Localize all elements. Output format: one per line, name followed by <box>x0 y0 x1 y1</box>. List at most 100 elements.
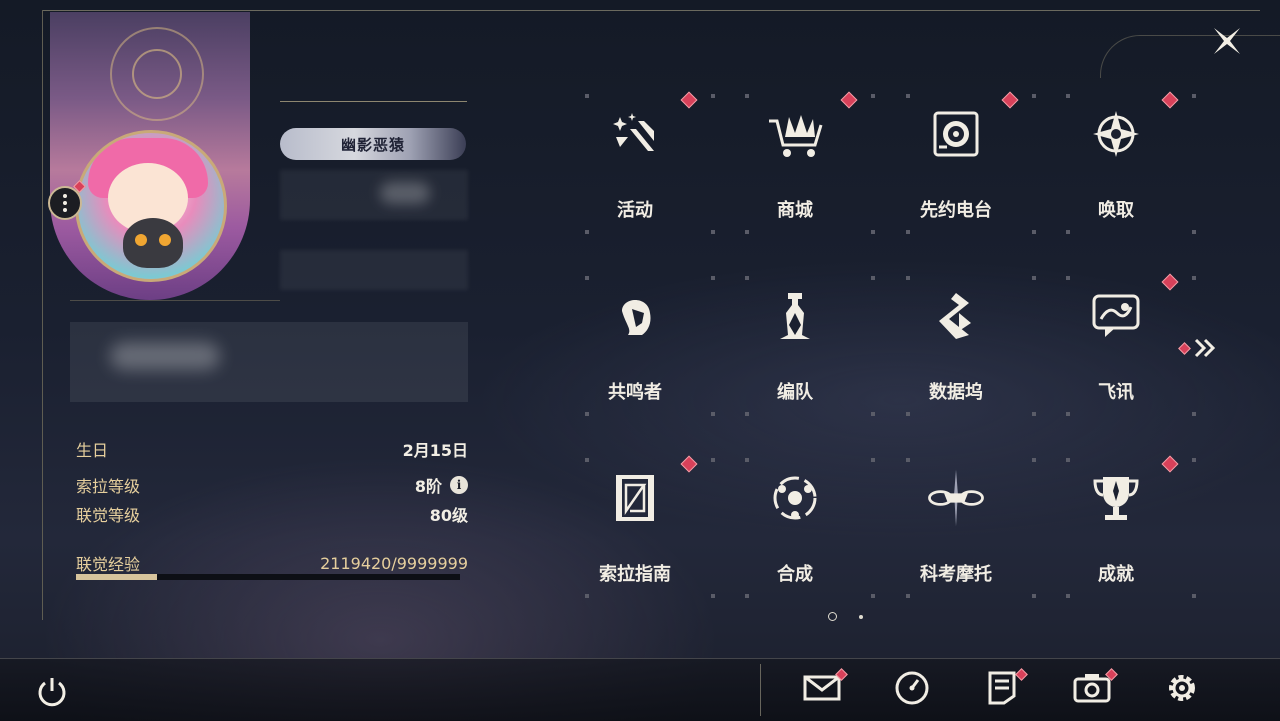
power-icon <box>38 678 66 707</box>
frame-top-line <box>42 10 1260 11</box>
blurred-info <box>280 250 468 290</box>
tile-corner <box>585 230 589 234</box>
tile-corner <box>1066 94 1070 98</box>
menu-item-3[interactable]: 唤取 <box>1036 86 1196 244</box>
blurred-signature[interactable] <box>70 322 468 402</box>
tile-corner <box>906 412 910 416</box>
camera-button[interactable] <box>1068 666 1118 714</box>
frame-left-line <box>42 10 43 620</box>
menu-item-9[interactable]: 合成 <box>715 450 875 608</box>
tile-corner <box>871 412 875 416</box>
nickname: 幽影恶猿 <box>340 135 405 154</box>
page-dot[interactable] <box>859 614 863 619</box>
menu-item-label: 共鸣者 <box>608 382 662 403</box>
tile-corner <box>585 276 589 280</box>
convene-icon <box>1084 102 1148 166</box>
tile-corner <box>585 94 589 98</box>
clock-button[interactable] <box>888 666 936 714</box>
tile-corner <box>745 594 749 598</box>
tile-corner <box>871 594 875 598</box>
notification-badge <box>840 91 858 109</box>
power-button[interactable] <box>28 668 76 716</box>
info-icon[interactable]: i <box>450 476 468 494</box>
tile-corner <box>745 412 749 416</box>
tile-corner <box>906 594 910 598</box>
menu-item-label: 飞讯 <box>1098 382 1134 403</box>
profile-divider <box>70 300 280 301</box>
page-indicator <box>828 612 863 621</box>
tile-corner <box>906 230 910 234</box>
tile-corner <box>585 594 589 598</box>
menu-item-8[interactable]: 索拉指南 <box>555 450 715 608</box>
guidebook-icon <box>603 466 667 530</box>
tile-corner <box>1192 276 1196 280</box>
mail-button[interactable] <box>798 666 848 714</box>
synthesis-icon <box>763 466 827 530</box>
menu-item-label: 合成 <box>777 564 813 585</box>
notes-icon <box>986 670 1018 710</box>
menu-item-label: 先约电台 <box>920 200 992 221</box>
sol-rank-value: 8阶 <box>414 477 442 496</box>
tile-corner <box>745 94 749 98</box>
tile-corner <box>745 276 749 280</box>
tile-corner <box>585 458 589 462</box>
tile-corner <box>1066 276 1070 280</box>
double-chevron-right-icon <box>1194 338 1216 358</box>
notification-badge <box>1161 91 1179 109</box>
stat-union-exp: 联觉经验 2119420/9999999 <box>76 553 468 575</box>
shop-icon <box>763 102 827 166</box>
avatar[interactable] <box>75 130 227 282</box>
nickname-badge: 幽影恶猿 <box>280 128 466 160</box>
menu-item-4[interactable]: 共鸣者 <box>555 268 715 426</box>
menu-item-6[interactable]: 数据坞 <box>876 268 1036 426</box>
menu-item-label: 成就 <box>1098 564 1134 585</box>
tile-corner <box>1192 458 1196 462</box>
exp-progress-bar <box>76 574 460 580</box>
more-options-button[interactable] <box>48 186 82 220</box>
menu-item-11[interactable]: 成就 <box>1036 450 1196 608</box>
menu-item-5[interactable]: 编队 <box>715 268 875 426</box>
radio-icon <box>924 102 988 166</box>
menu-item-label: 活动 <box>617 200 653 221</box>
tile-corner <box>906 458 910 462</box>
mail-icon <box>802 672 842 708</box>
tile-corner <box>871 230 875 234</box>
page-dot-active[interactable] <box>828 612 837 621</box>
bottom-divider <box>760 664 761 716</box>
notification-badge <box>1161 273 1179 291</box>
achievement-icon <box>1084 466 1148 530</box>
tile-corner <box>871 458 875 462</box>
tile-corner <box>1192 594 1196 598</box>
tile-corner <box>1192 412 1196 416</box>
databank-icon <box>924 284 988 348</box>
notes-button[interactable] <box>978 666 1028 714</box>
menu-item-label: 索拉指南 <box>599 564 671 585</box>
notification-badge <box>1161 455 1179 473</box>
close-button[interactable] <box>1204 18 1250 64</box>
menu-item-7[interactable]: 飞讯 <box>1036 268 1196 426</box>
settings-button[interactable] <box>1158 666 1206 714</box>
menu-item-2[interactable]: 先约电台 <box>876 86 1036 244</box>
menu-item-label: 数据坞 <box>929 382 983 403</box>
tile-corner <box>745 458 749 462</box>
notification-badge <box>680 91 698 109</box>
menu-item-10[interactable]: 科考摩托 <box>876 450 1036 608</box>
menu-item-0[interactable]: 活动 <box>555 86 715 244</box>
menu-item-label: 商城 <box>777 200 813 221</box>
menu-item-label: 科考摩托 <box>920 564 992 585</box>
tile-corner <box>745 230 749 234</box>
close-icon <box>1214 28 1240 54</box>
next-page-button[interactable] <box>1178 336 1217 360</box>
tile-corner <box>906 276 910 280</box>
frame-corner <box>1100 35 1280 78</box>
tile-corner <box>906 94 910 98</box>
message-icon <box>1084 284 1148 348</box>
tile-corner <box>1066 594 1070 598</box>
menu-item-label: 唤取 <box>1098 200 1134 221</box>
menu-item-1[interactable]: 商城 <box>715 86 875 244</box>
notification-badge <box>1001 91 1019 109</box>
camera-icon <box>1072 671 1112 709</box>
notification-badge <box>680 455 698 473</box>
name-divider <box>280 101 467 102</box>
settings-icon <box>1163 669 1201 711</box>
